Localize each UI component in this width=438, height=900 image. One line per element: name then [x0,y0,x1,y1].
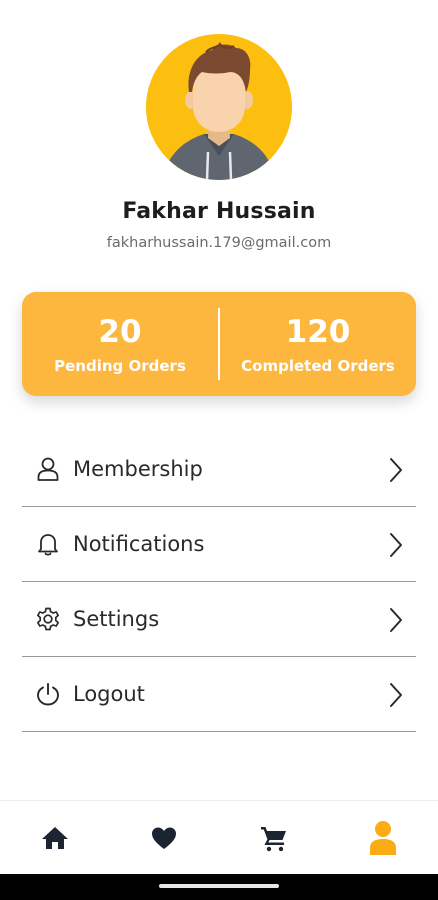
order-stats-card: 20 Pending Orders 120 Completed Orders [22,292,416,396]
home-icon [41,826,68,849]
menu-item-settings[interactable]: Settings [22,582,416,657]
pending-orders-stat[interactable]: 20 Pending Orders [22,292,218,396]
menu-item-label: Notifications [73,532,205,556]
profile-menu: Membership Notifications Settings Logout [22,432,416,732]
profile-screen: Fakhar Hussain fakharhussain.179@gmail.c… [0,0,438,900]
nav-profile[interactable] [353,808,413,868]
avatar-illustration [146,34,292,180]
profile-name: Fakhar Hussain [122,199,316,224]
completed-orders-count: 120 [285,314,351,350]
home-indicator[interactable] [159,884,279,888]
completed-orders-stat[interactable]: 120 Completed Orders [220,292,416,396]
cart-icon [260,826,286,851]
completed-orders-label: Completed Orders [241,357,395,375]
nav-favorites[interactable] [134,808,194,868]
bottom-navigation [0,800,438,874]
avatar[interactable] [146,34,292,180]
chevron-right-icon [386,681,406,709]
menu-item-notifications[interactable]: Notifications [22,507,416,582]
user-outline-icon [34,455,62,483]
heart-icon [152,827,177,849]
profile-email: fakharhussain.179@gmail.com [106,235,332,251]
menu-item-membership[interactable]: Membership [22,432,416,507]
chevron-right-icon [386,456,406,484]
pending-orders-label: Pending Orders [54,357,186,375]
profile-icon [370,820,397,855]
menu-item-logout[interactable]: Logout [22,657,416,732]
bell-icon [34,530,62,558]
menu-item-label: Settings [73,607,160,631]
power-icon [34,680,62,708]
gear-icon [34,605,62,633]
nav-home[interactable] [25,808,85,868]
menu-item-label: Membership [73,457,203,481]
nav-cart[interactable] [244,808,304,868]
pending-orders-count: 20 [98,314,142,350]
chevron-right-icon [386,531,406,559]
menu-item-label: Logout [73,682,145,706]
chevron-right-icon [386,606,406,634]
